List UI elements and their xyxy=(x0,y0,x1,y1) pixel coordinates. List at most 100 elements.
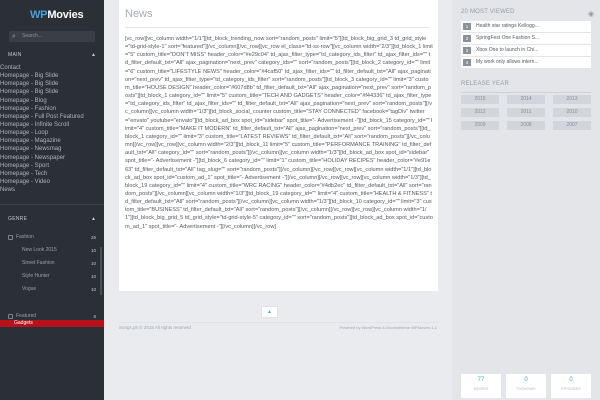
most-viewed-item[interactable]: 1 Health star ratings Kellogg... xyxy=(461,21,591,32)
stat-value: 77 xyxy=(477,377,485,383)
year-filter-button[interactable]: 2008 xyxy=(507,121,545,130)
divider xyxy=(119,322,438,323)
logo-suffix: Movies xyxy=(47,9,84,21)
sidebar-menu-item[interactable]: Homepage - Big Slide xyxy=(0,80,104,88)
most-viewed-list: 1 Health star ratings Kellogg... 2 SpringFe… xyxy=(461,21,591,69)
stat-box[interactable]: 0 EPISODES xyxy=(551,374,591,398)
year-filter-button[interactable]: 2015 xyxy=(461,95,499,104)
genre-label: Fashion xyxy=(16,234,34,240)
genre-count: 10 xyxy=(90,248,96,253)
sidebar-menu-item[interactable]: Homepage - Fashion xyxy=(0,105,104,113)
scroll-top-button[interactable]: ▲ xyxy=(261,306,278,318)
genre-count: 26 xyxy=(90,235,96,240)
rank-badge: 2 xyxy=(463,35,471,42)
right-sidebar: 20 MOST VIEWED ◉ 1 Health star ratings Ke… xyxy=(452,0,600,400)
left-sidebar: WPMovies ⌕ Search... MAIN ▲ Contact Homep… xyxy=(0,0,104,400)
stat-value: 0 xyxy=(569,377,573,383)
stat-label: TVSHOWS xyxy=(516,387,536,391)
sidebar-menu-item[interactable]: Homepage - Blog xyxy=(0,97,104,105)
genre-section-title: GENRE xyxy=(8,216,28,222)
year-filter-button[interactable]: 2013 xyxy=(553,95,591,104)
genre-count: 10 xyxy=(90,287,96,292)
chevron-up-icon: ▲ xyxy=(267,309,272,315)
sidebar-menu-item[interactable]: Homepage - Sport xyxy=(0,162,104,170)
site-logo[interactable]: WPMovies xyxy=(30,9,84,21)
sidebar-menu-item[interactable]: Homepage - Infinite Scroll xyxy=(0,121,104,129)
page-title: News xyxy=(125,8,153,20)
page-shortcode-text: [vc_row][vc_column width="1/1"][td_block… xyxy=(125,36,433,230)
search-icon: ⌕ xyxy=(12,33,16,40)
year-filter-button[interactable]: 2014 xyxy=(507,95,545,104)
year-filter-button[interactable]: 2009 xyxy=(461,121,499,130)
stat-box[interactable]: 77 MOVIES xyxy=(461,374,501,398)
genre-count: 10 xyxy=(90,274,96,279)
sidebar-menu-item[interactable]: Homepage - Magazine xyxy=(0,137,104,145)
folder-icon xyxy=(8,314,13,319)
eye-icon[interactable]: ◉ xyxy=(588,11,594,18)
news-card: News [vc_row][vc_column width="1/1"][td_… xyxy=(119,0,438,291)
sidebar-menu-item[interactable]: Homepage - Video xyxy=(0,178,104,186)
sidebar-menu-item[interactable]: Homepage - Big Slide xyxy=(0,72,104,80)
genre-item[interactable]: New Look 2015 10 xyxy=(0,244,104,257)
genre-item[interactable]: Style Hunter 10 xyxy=(0,270,104,283)
year-filter-button[interactable]: 2007 xyxy=(553,121,591,130)
sidebar-menu-item[interactable]: News xyxy=(0,186,104,194)
genre-label: Vogue xyxy=(22,286,37,292)
genre-item[interactable]: Vogue 10 xyxy=(0,283,104,296)
rank-badge: 1 xyxy=(463,23,471,30)
most-viewed-item[interactable]: 4 My work only allows intern... xyxy=(461,57,591,68)
stats-bar: 77 MOVIES 0 TVSHOWS 0 EPISODES xyxy=(461,374,591,398)
sidebar-menu-item[interactable]: Homepage - Big Slide xyxy=(0,88,104,96)
search-box[interactable]: ⌕ Search... xyxy=(9,31,95,42)
sidebar-menu-item[interactable]: Homepage - Tech xyxy=(0,170,104,178)
sidebar-menu-item[interactable]: Contact xyxy=(0,64,104,72)
most-viewed-title: Xbox One to launch in Chi... xyxy=(476,47,539,53)
sidebar-menu-item[interactable]: Homepage - Loop xyxy=(0,129,104,137)
year-filter-button[interactable]: 2012 xyxy=(461,108,499,117)
most-viewed-heading: 20 MOST VIEWED xyxy=(461,9,515,15)
stat-box[interactable]: 0 TVSHOWS xyxy=(506,374,546,398)
rank-badge: 4 xyxy=(463,59,471,66)
genre-item-gadgets[interactable]: Gadgets xyxy=(0,320,104,327)
genre-item[interactable]: Street Fashion 10 xyxy=(0,257,104,270)
most-viewed-title: My work only allows intern... xyxy=(476,59,539,65)
year-filter-button[interactable]: 2011 xyxy=(507,108,545,117)
genre-item[interactable]: Fashion 26 xyxy=(0,231,104,244)
genre-label: Street Fashion xyxy=(22,260,55,266)
main-content: News [vc_row][vc_column width="1/1"][td_… xyxy=(119,0,439,400)
stat-value: 0 xyxy=(524,377,528,383)
logo-prefix: WP xyxy=(30,9,48,21)
genre-section-header[interactable]: GENRE ▲ xyxy=(0,215,104,223)
genre-list: Fashion 26 New Look 2015 10 Street Fashion 10… xyxy=(0,231,104,323)
folder-icon xyxy=(8,235,13,240)
genre-label: Style Hunter xyxy=(22,273,50,279)
main-section-header[interactable]: MAIN ▲ xyxy=(0,51,104,59)
main-menu: Contact Homepage - Big Slide Homepage - Bi… xyxy=(0,64,104,194)
genre-label: New Look 2015 xyxy=(22,247,57,253)
divider xyxy=(0,204,104,205)
chevron-up-icon: ▲ xyxy=(91,52,96,58)
release-year-heading: RELEASE YEAR xyxy=(461,81,509,87)
genre-count: 10 xyxy=(90,261,96,266)
divider xyxy=(461,92,591,93)
stat-label: EPISODES xyxy=(561,387,581,391)
stat-label: MOVIES xyxy=(473,387,489,391)
search-input-placeholder[interactable]: Search... xyxy=(22,32,42,41)
divider xyxy=(125,27,430,28)
sidebar-footer xyxy=(0,327,104,400)
rank-badge: 3 xyxy=(463,47,471,54)
genre-scrollbar[interactable] xyxy=(100,247,102,295)
sidebar-menu-item[interactable]: Homepage - Full Post Featured xyxy=(0,113,104,121)
sidebar-menu-item[interactable]: Homepage - Newsmag xyxy=(0,145,104,153)
most-viewed-item[interactable]: 2 SpringFest One Fashion S... xyxy=(461,33,591,44)
footer-credits: Powered by WordPress & Moviestheme WPMov… xyxy=(339,325,437,330)
main-section-title: MAIN xyxy=(8,52,22,58)
year-filter-button[interactable]: 2010 xyxy=(553,108,591,117)
most-viewed-title: Health star ratings Kellogg... xyxy=(476,23,539,29)
chevron-up-icon: ▲ xyxy=(91,216,96,222)
footer-copyright: Songs.ph © 2015 All rights reserved xyxy=(119,325,191,330)
most-viewed-title: SpringFest One Fashion S... xyxy=(476,35,540,41)
genre-label: Gadgets xyxy=(14,320,33,326)
sidebar-menu-item[interactable]: Homepage - Newspaper xyxy=(0,154,104,162)
most-viewed-item[interactable]: 3 Xbox One to launch in Chi... xyxy=(461,45,591,56)
